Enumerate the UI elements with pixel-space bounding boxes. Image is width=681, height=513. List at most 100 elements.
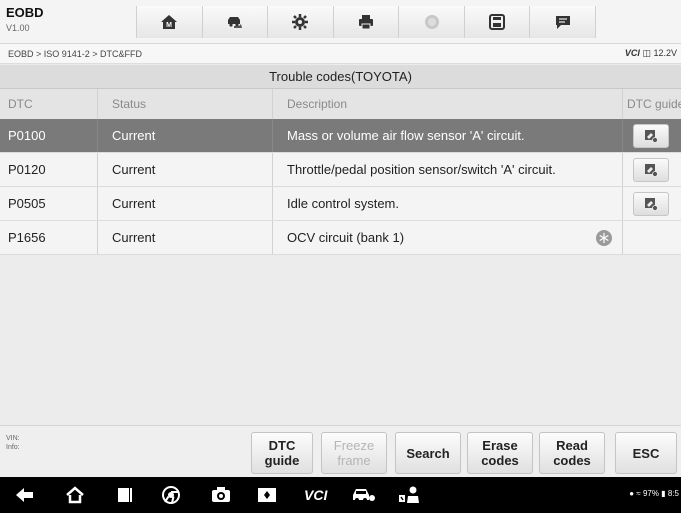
svg-text:M: M <box>166 22 172 29</box>
camera-icon <box>212 487 230 502</box>
erase-codes-button[interactable]: Erase codes <box>467 432 533 474</box>
btn-line: codes <box>553 453 591 468</box>
settings-button[interactable] <box>268 6 334 38</box>
save-icon <box>489 14 506 30</box>
back-icon <box>16 488 33 502</box>
clock: 8:5 <box>667 489 679 498</box>
vehicle-info: VIN: Info: <box>6 434 20 452</box>
snowflake-icon <box>599 233 609 243</box>
save-button[interactable] <box>464 6 531 38</box>
vci-icon: VCI <box>304 487 328 503</box>
message-icon <box>555 16 570 29</box>
dtc-guide-footer-button[interactable]: DTC guide <box>251 432 313 474</box>
table-row[interactable]: P0505 Current Idle control system. <box>0 187 681 221</box>
table-row[interactable]: P0120 Current Throttle/pedal position se… <box>0 153 681 187</box>
btn-line: codes <box>481 453 519 468</box>
home-nav-button[interactable] <box>64 485 86 505</box>
settings-icon <box>292 14 309 30</box>
dtc-guide-button[interactable] <box>633 191 669 216</box>
header-dtc-guide: DTC guide <box>627 97 681 111</box>
btn-line: Search <box>406 445 450 461</box>
location-icon: ● <box>629 489 635 498</box>
vci-status: VCI ◫ 12.2V <box>625 48 677 59</box>
dtc-description: OCV circuit (bank 1) <box>273 221 623 254</box>
freeze-frame-icon[interactable] <box>596 230 612 246</box>
guide-cell <box>623 221 681 254</box>
dtc-code: P0505 <box>0 187 98 220</box>
breadcrumb-bar: EOBD > ISO 9141-2 > DTC&FFD VCI ◫ 12.2V <box>0 44 681 64</box>
toolbar: M <box>136 6 597 38</box>
guide-cell <box>623 187 681 220</box>
guide-icon <box>645 129 658 143</box>
wifi-icon: ≈ <box>636 489 641 498</box>
system-nav-bar: VCI ● ≈ 97% ▮ 8:5 <box>0 477 681 513</box>
dtc-status: Current <box>98 187 273 220</box>
mechanic-icon <box>399 486 419 503</box>
home-button[interactable]: M <box>136 6 203 38</box>
freeze-frame-button[interactable]: Freeze frame <box>321 432 387 474</box>
help-button[interactable] <box>399 6 465 38</box>
camera-button[interactable] <box>210 485 232 505</box>
vci-label: VCI <box>624 48 640 58</box>
breadcrumb: EOBD > ISO 9141-2 > DTC&FFD <box>8 49 143 59</box>
guide-icon <box>645 197 658 211</box>
table-row[interactable]: P1656 Current OCV circuit (bank 1) <box>0 221 681 255</box>
dtc-code: P1656 <box>0 221 98 254</box>
search-button[interactable]: Search <box>395 432 461 474</box>
guide-icon <box>645 163 658 177</box>
dtc-table: DTC Status Description DTC guide P0100 C… <box>0 89 681 255</box>
vci-button[interactable]: VCI <box>302 485 332 505</box>
home-icon: M <box>161 15 178 29</box>
esc-button[interactable]: ESC <box>615 432 677 474</box>
dtc-guide-button[interactable] <box>633 123 669 148</box>
vci-voltage: 12.2V <box>653 48 677 58</box>
battery-level: 97% <box>642 489 659 498</box>
guide-cell <box>623 119 681 152</box>
dtc-description: Throttle/pedal position sensor/switch 'A… <box>273 153 623 186</box>
btn-line: guide <box>264 453 300 468</box>
read-codes-button[interactable]: Read codes <box>539 432 605 474</box>
remote-expert-button[interactable] <box>396 485 422 505</box>
dtc-status: Current <box>98 221 273 254</box>
dtc-code: P0100 <box>0 119 98 152</box>
system-status: ● ≈ 97% ▮ 8:5 <box>629 489 679 498</box>
dtc-description: Idle control system. <box>273 187 623 220</box>
btn-line: Freeze <box>333 438 375 453</box>
screen-icon <box>258 488 276 502</box>
back-button[interactable] <box>14 485 36 505</box>
screen-capture-button[interactable] <box>256 485 278 505</box>
btn-line: DTC <box>268 438 296 453</box>
vehicle-swap-button[interactable] <box>202 6 269 38</box>
header-status: Status <box>98 89 273 119</box>
home-icon <box>66 486 84 504</box>
recents-button[interactable] <box>114 485 136 505</box>
top-bar: EOBD V1.00 M <box>0 0 681 44</box>
dtc-guide-button[interactable] <box>633 157 669 182</box>
chrome-icon <box>162 486 180 504</box>
info-label: Info: <box>6 444 20 451</box>
help-icon <box>424 15 439 29</box>
app-version: V1.00 <box>6 23 30 33</box>
table-header: DTC Status Description DTC guide <box>0 89 681 119</box>
svg-text:VCI: VCI <box>304 487 328 503</box>
table-row[interactable]: P0100 Current Mass or volume air flow se… <box>0 119 681 153</box>
app-title: EOBD V1.00 <box>6 5 44 33</box>
guide-cell <box>623 153 681 186</box>
dtc-status: Current <box>98 153 273 186</box>
battery-icon: ◫ <box>642 48 651 58</box>
message-button[interactable] <box>530 6 597 38</box>
btn-line: Read <box>556 438 588 453</box>
print-icon <box>359 15 374 30</box>
dtc-status: Current <box>98 119 273 152</box>
recents-icon <box>118 488 132 502</box>
vehicle-button[interactable] <box>350 485 376 505</box>
footer-bar: VIN: Info: DTC guide Freeze frame Search E… <box>0 425 681 477</box>
header-description: Description <box>273 89 623 119</box>
btn-line: Erase <box>482 438 518 453</box>
print-button[interactable] <box>333 6 400 38</box>
dtc-code: P0120 <box>0 153 98 186</box>
section-title: Trouble codes(TOYOTA) <box>0 65 681 89</box>
chrome-button[interactable] <box>160 485 182 505</box>
dtc-description-text: OCV circuit (bank 1) <box>287 230 405 245</box>
header-dtc: DTC <box>0 89 98 119</box>
